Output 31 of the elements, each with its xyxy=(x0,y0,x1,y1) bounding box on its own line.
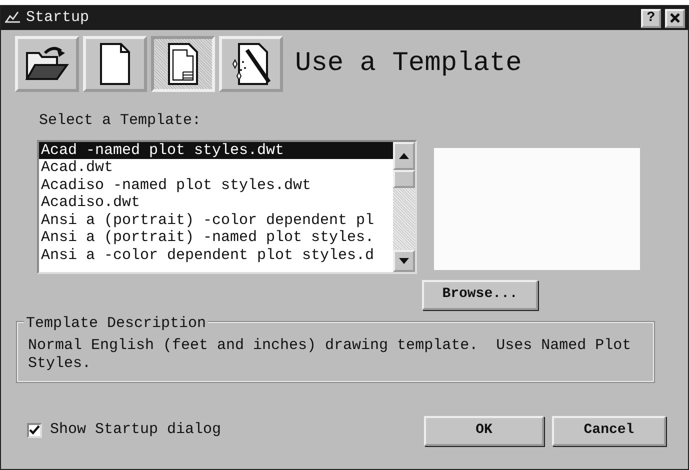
list-item[interactable]: Acadiso -named plot styles.dwt xyxy=(39,176,393,194)
list-item[interactable]: Ansi a (portrait) -named plot styles. xyxy=(39,229,393,246)
help-button[interactable]: ? xyxy=(641,8,661,28)
list-label: Select a Template: xyxy=(39,112,202,129)
up-arrow-icon xyxy=(399,152,409,158)
scroll-thumb[interactable] xyxy=(393,170,415,188)
page-heading: Use a Template xyxy=(295,48,522,81)
mode-button[interactable] xyxy=(219,36,283,92)
mode-button[interactable] xyxy=(15,36,79,92)
down-arrow-icon xyxy=(399,258,409,264)
list-item[interactable]: Acadiso.dwt xyxy=(39,194,393,212)
window-title: Startup xyxy=(26,8,90,28)
list-item[interactable]: Ansi a -color dependent plot styles.d xyxy=(39,246,393,264)
browse-button[interactable]: Browse... xyxy=(422,280,538,310)
checkbox[interactable] xyxy=(27,423,42,438)
scrollbar[interactable] xyxy=(393,142,415,272)
list-item[interactable]: Ansi a (portrait) -color dependent pl xyxy=(39,212,393,229)
scroll-up-button[interactable] xyxy=(393,142,415,170)
mode-button[interactable] xyxy=(83,36,147,92)
close-icon xyxy=(669,12,681,24)
ok-button[interactable]: OK xyxy=(424,416,544,446)
app-icon xyxy=(4,10,22,24)
mode-button[interactable] xyxy=(151,36,215,92)
list-item[interactable]: Acad -named plot styles.dwt xyxy=(39,142,393,159)
scroll-down-button[interactable] xyxy=(393,250,415,272)
description-text: Normal English (feet and inches) drawing template. Uses Named Plot Styles. xyxy=(28,336,632,372)
close-button[interactable] xyxy=(665,8,685,28)
cancel-button[interactable]: Cancel xyxy=(552,416,666,446)
list-item[interactable]: Acad.dwt xyxy=(39,159,393,176)
checkbox-label[interactable]: Show Startup dialog xyxy=(50,419,222,442)
check-icon xyxy=(29,425,40,436)
